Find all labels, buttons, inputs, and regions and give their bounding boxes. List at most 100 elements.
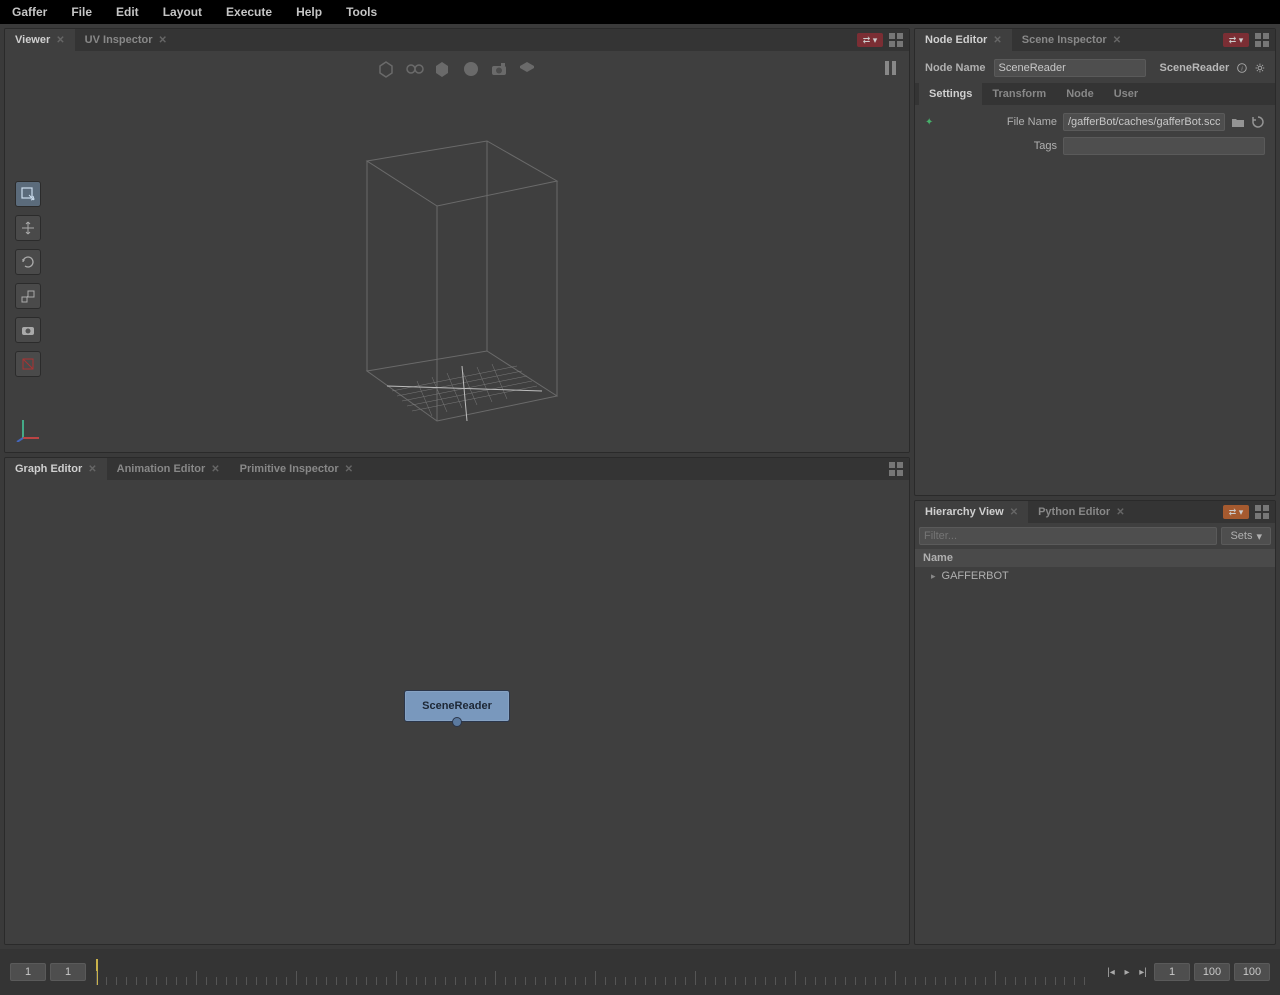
hierarchy-body: Sets ▾ Name ▸ GAFFERBOT [915,523,1275,944]
play-icon[interactable]: ▸ [1120,965,1134,979]
close-icon[interactable]: ✕ [56,35,64,46]
close-icon[interactable]: ✕ [345,464,353,475]
pin-toggle[interactable]: ⇄ ▾ [1223,505,1249,519]
tab-scene-inspector[interactable]: Scene Inspector ✕ [1012,29,1131,51]
file-name-label: File Name [941,116,1057,128]
timeline-end-current-input[interactable] [1154,963,1190,981]
draw-mode-icon[interactable] [377,59,397,79]
node-name-input[interactable] [994,59,1146,77]
pin-toggle[interactable]: ⇄ ▾ [857,33,883,47]
layout-grid-icon[interactable] [889,462,903,476]
tab-viewer[interactable]: Viewer ✕ [5,29,75,51]
subtab-settings[interactable]: Settings [919,83,982,105]
menu-help[interactable]: Help [296,5,322,19]
hierarchy-filter-input[interactable] [919,527,1217,545]
tab-graph-label: Graph Editor [15,463,82,475]
select-tool[interactable] [15,181,41,207]
menu-execute[interactable]: Execute [226,5,272,19]
viewer-tabbar: Viewer ✕ UV Inspector ✕ ⇄ ▾ [5,29,909,51]
gear-icon[interactable] [1255,60,1265,76]
subtab-node[interactable]: Node [1056,83,1104,105]
node-output-port[interactable] [452,717,462,727]
viewer-viewport[interactable] [5,51,909,452]
layout-grid-icon[interactable] [1255,505,1269,519]
info-icon[interactable]: i [1237,60,1247,76]
viewer-panel: Viewer ✕ UV Inspector ✕ ⇄ ▾ [4,28,910,453]
expand-triangle-icon[interactable]: ▸ [931,571,936,582]
modified-indicator-icon: ✦ [925,117,935,128]
timeline-current-input[interactable] [50,963,86,981]
axis-gizmo-icon [15,414,43,442]
menu-file[interactable]: File [71,5,92,19]
scene-bounding-box [337,121,577,451]
node-editor-panel: Node Editor ✕ Scene Inspector ✕ ⇄ ▾ Node… [914,28,1276,496]
layout-grid-icon[interactable] [889,33,903,47]
crop-tool[interactable] [15,351,41,377]
timeline-range-end-input[interactable] [1194,963,1230,981]
tab-scene-inspector-label: Scene Inspector [1022,34,1107,46]
tab-animation-editor[interactable]: Animation Editor ✕ [107,458,230,480]
graph-tabbar: Graph Editor ✕ Animation Editor ✕ Primit… [5,458,909,480]
close-icon[interactable]: ✕ [88,464,96,475]
layers-icon[interactable] [517,59,537,79]
tab-graph-editor[interactable]: Graph Editor ✕ [5,458,107,480]
sets-label: Sets [1230,530,1252,542]
graph-canvas[interactable]: SceneReader [5,480,909,944]
skip-start-icon[interactable]: |◂ [1104,965,1118,979]
sets-dropdown[interactable]: Sets ▾ [1221,527,1271,545]
folder-icon[interactable] [1231,115,1245,129]
close-icon[interactable]: ✕ [1010,507,1018,518]
hierarchy-column-header[interactable]: Name [915,549,1275,567]
tab-hierarchy-view[interactable]: Hierarchy View ✕ [915,501,1028,523]
tab-node-editor-label: Node Editor [925,34,987,46]
pin-toggle[interactable]: ⇄ ▾ [1223,33,1249,47]
translate-tool[interactable] [15,215,41,241]
pause-icon[interactable] [885,61,899,75]
close-icon[interactable]: ✕ [1113,35,1121,46]
menu-tools[interactable]: Tools [346,5,377,19]
timeline-range-display-input[interactable] [1234,963,1270,981]
hierarchy-tabbar: Hierarchy View ✕ Python Editor ✕ ⇄ ▾ [915,501,1275,523]
node-editor-subtabs: Settings Transform Node User [915,83,1275,105]
svg-text:i: i [1241,66,1243,72]
camera-icon[interactable] [489,59,509,79]
node-name-label: Node Name [925,62,986,74]
timeline-start-input[interactable] [10,963,46,981]
graph-node-scenereader[interactable]: SceneReader [404,690,510,722]
close-icon[interactable]: ✕ [211,464,219,475]
tab-primitive-inspector[interactable]: Primitive Inspector ✕ [230,458,363,480]
tab-uv-inspector[interactable]: UV Inspector ✕ [75,29,177,51]
file-name-input[interactable] [1063,113,1225,131]
camera-tool[interactable] [15,317,41,343]
menu-gaffer[interactable]: Gaffer [12,5,47,19]
sphere-icon[interactable] [461,59,481,79]
menu-bar: Gaffer File Edit Layout Execute Help Too… [0,0,1280,24]
close-icon[interactable]: ✕ [1116,507,1124,518]
graph-node-label: SceneReader [422,700,492,712]
menu-edit[interactable]: Edit [116,5,139,19]
timeline: |◂ ▸ ▸| [0,949,1280,995]
tab-primitive-label: Primitive Inspector [240,463,339,475]
menu-layout[interactable]: Layout [163,5,202,19]
close-icon[interactable]: ✕ [159,35,167,46]
rotate-tool[interactable] [15,249,41,275]
node-editor-tabbar: Node Editor ✕ Scene Inspector ✕ ⇄ ▾ [915,29,1275,51]
scale-tool[interactable] [15,283,41,309]
skip-end-icon[interactable]: ▸| [1136,965,1150,979]
timeline-track[interactable] [96,959,1094,985]
tab-node-editor[interactable]: Node Editor ✕ [915,29,1012,51]
subtab-user[interactable]: User [1104,83,1148,105]
tags-input[interactable] [1063,137,1265,155]
expand-icon[interactable] [405,59,425,79]
reload-icon[interactable] [1251,115,1265,129]
shading-icon[interactable] [433,59,453,79]
tab-viewer-label: Viewer [15,34,50,46]
close-icon[interactable]: ✕ [993,35,1001,46]
layout-grid-icon[interactable] [1255,33,1269,47]
tab-python-editor[interactable]: Python Editor ✕ [1028,501,1135,523]
hierarchy-row[interactable]: ▸ GAFFERBOT [915,567,1275,585]
tab-python-label: Python Editor [1038,506,1110,518]
viewer-side-tools [15,181,41,377]
subtab-transform[interactable]: Transform [982,83,1056,105]
node-editor-body: Node Name SceneReader i Settings Transfo… [915,51,1275,495]
